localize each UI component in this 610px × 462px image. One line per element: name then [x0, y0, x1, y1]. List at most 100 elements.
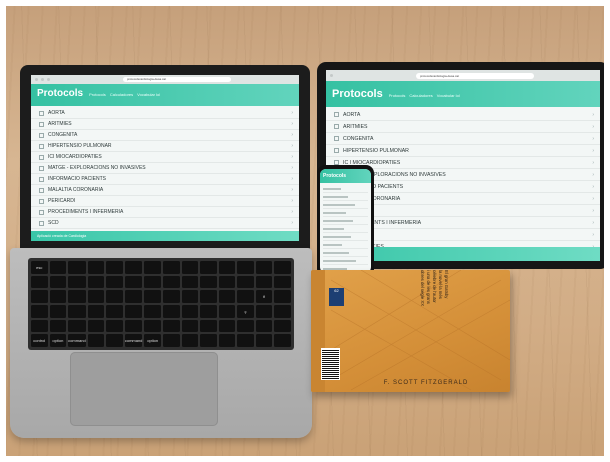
keyboard-key[interactable]: [106, 261, 123, 274]
keyboard-key[interactable]: [218, 305, 236, 318]
keyboard-key[interactable]: [255, 261, 273, 274]
phone-list-row[interactable]: [323, 193, 368, 201]
phone-list-row[interactable]: [323, 257, 368, 265]
nav-vocabular[interactable]: Vocabular lol: [437, 93, 460, 98]
keyboard-key[interactable]: [87, 275, 105, 289]
nav-protocols[interactable]: Protocols: [389, 93, 406, 98]
laptop-protocol-row[interactable]: MATGE - EXPLORACIONS NO INVASIVES ›: [31, 163, 299, 174]
keyboard-key[interactable]: [200, 261, 217, 274]
keyboard-key[interactable]: [200, 319, 217, 333]
keyboard-key[interactable]: [106, 305, 123, 318]
keyboard-key[interactable]: [106, 334, 123, 347]
keyboard-key[interactable]: [31, 275, 48, 289]
keyboard-key[interactable]: [218, 334, 236, 347]
keyboard-key[interactable]: command: [124, 334, 143, 347]
nav-calculadores[interactable]: Calculadores: [110, 92, 133, 97]
keyboard-key[interactable]: [144, 290, 161, 303]
keyboard-key[interactable]: [237, 290, 254, 303]
nav-protocols[interactable]: Protocols: [89, 92, 106, 97]
keyboard-key[interactable]: [31, 290, 48, 303]
keyboard-key[interactable]: [49, 261, 67, 274]
keyboard-key[interactable]: [49, 305, 67, 318]
keyboard-key[interactable]: [274, 334, 291, 347]
keyboard-key[interactable]: [68, 290, 86, 303]
keyboard-key[interactable]: [124, 261, 143, 274]
keyboard-key[interactable]: [274, 275, 291, 289]
keyboard-key[interactable]: [181, 261, 199, 274]
keyboard-key[interactable]: [87, 261, 105, 274]
keyboard-key[interactable]: [87, 319, 105, 333]
keyboard-key[interactable]: esc: [31, 261, 48, 274]
keyboard-key[interactable]: [218, 261, 236, 274]
keyboard-key[interactable]: [162, 261, 180, 274]
keyboard-key[interactable]: [218, 290, 236, 303]
keyboard-key[interactable]: [181, 319, 199, 333]
phone-list-row[interactable]: [323, 201, 368, 209]
phone-list-row[interactable]: [323, 241, 368, 249]
laptop-protocol-row[interactable]: PERICARDI ›: [31, 196, 299, 207]
keyboard-key[interactable]: option: [144, 334, 161, 347]
keyboard-key[interactable]: [200, 305, 217, 318]
keyboard-key[interactable]: [124, 275, 143, 289]
keyboard-key[interactable]: [68, 305, 86, 318]
laptop-protocol-row[interactable]: MALALTIA CORONÀRIA ›: [31, 185, 299, 196]
keyboard-key[interactable]: [237, 261, 254, 274]
laptop-url-bar[interactable]: protocolscardiologia-desa.cat: [123, 77, 231, 82]
keyboard-key[interactable]: [255, 319, 273, 333]
laptop-protocol-row[interactable]: ICI MIOCARDIOPATIES ›: [31, 152, 299, 163]
keyboard-key[interactable]: [237, 334, 254, 347]
nav-vocabular[interactable]: Vocabular lol: [137, 92, 160, 97]
keyboard-key[interactable]: [181, 275, 199, 289]
keyboard-key[interactable]: ç: [237, 305, 254, 318]
keyboard-key[interactable]: [255, 334, 273, 347]
tablet-protocol-row[interactable]: ARITMIES ›: [326, 121, 600, 133]
keyboard-key[interactable]: [181, 334, 199, 347]
keyboard-key[interactable]: [87, 305, 105, 318]
tablet-protocol-row[interactable]: AORTA ›: [326, 109, 600, 121]
laptop-protocol-row[interactable]: CONGÈNITA ›: [31, 130, 299, 141]
phone-list-row[interactable]: [323, 185, 368, 193]
keyboard-key[interactable]: [144, 319, 161, 333]
phone-list-row[interactable]: [323, 249, 368, 257]
keyboard-key[interactable]: [200, 334, 217, 347]
keyboard-key[interactable]: [274, 319, 291, 333]
keyboard-key[interactable]: [68, 261, 86, 274]
keyboard-key[interactable]: [106, 290, 123, 303]
keyboard-key[interactable]: [144, 305, 161, 318]
keyboard-key[interactable]: [162, 305, 180, 318]
keyboard-key[interactable]: [31, 319, 48, 333]
keyboard-key[interactable]: [200, 275, 217, 289]
laptop-protocol-row[interactable]: AORTA ›: [31, 108, 299, 119]
laptop-protocol-row[interactable]: SCD ›: [31, 218, 299, 229]
keyboard-key[interactable]: [31, 305, 48, 318]
keyboard-key[interactable]: [49, 290, 67, 303]
keyboard-key[interactable]: [49, 275, 67, 289]
keyboard-key[interactable]: ñ: [255, 290, 273, 303]
keyboard-key[interactable]: [218, 319, 236, 333]
keyboard-key[interactable]: [274, 305, 291, 318]
keyboard-key[interactable]: [87, 334, 105, 347]
laptop-protocol-row[interactable]: PROCEDIMENTS I INFERMERIA ›: [31, 207, 299, 218]
keyboard-key[interactable]: [162, 275, 180, 289]
keyboard-key[interactable]: [255, 275, 273, 289]
nav-calculadores[interactable]: Calculadores: [409, 93, 432, 98]
keyboard-key[interactable]: [68, 275, 86, 289]
keyboard-key[interactable]: option: [49, 334, 67, 347]
keyboard-key[interactable]: [274, 290, 291, 303]
keyboard-key[interactable]: [181, 305, 199, 318]
laptop-protocol-row[interactable]: ARITMIES ›: [31, 119, 299, 130]
keyboard-key[interactable]: [144, 261, 161, 274]
keyboard-key[interactable]: [144, 275, 161, 289]
keyboard-key[interactable]: [124, 290, 143, 303]
laptop-protocol-row[interactable]: INFORMACIÓ PACIENTS ›: [31, 174, 299, 185]
keyboard-key[interactable]: [106, 275, 123, 289]
phone-list-row[interactable]: [323, 217, 368, 225]
keyboard-key[interactable]: [218, 275, 236, 289]
keyboard-key[interactable]: [162, 319, 180, 333]
keyboard-key[interactable]: [200, 290, 217, 303]
tablet-url-bar[interactable]: protocolscardiologia-desa.cat: [416, 72, 534, 79]
keyboard-key[interactable]: [68, 319, 86, 333]
keyboard-key[interactable]: [237, 319, 254, 333]
keyboard-key[interactable]: [162, 290, 180, 303]
trackpad[interactable]: [70, 352, 218, 426]
